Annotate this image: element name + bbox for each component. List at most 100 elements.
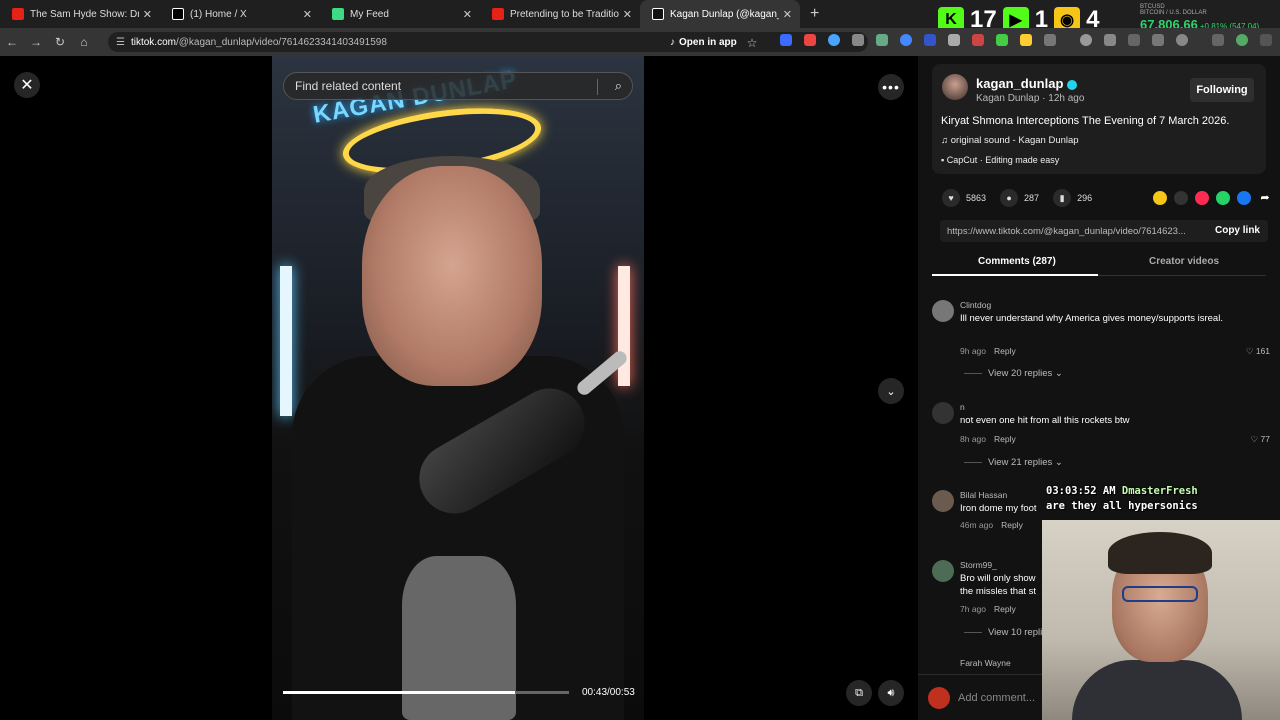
youtube-icon: [12, 8, 24, 20]
avatar[interactable]: [942, 74, 968, 100]
avatar[interactable]: [932, 300, 954, 322]
author-username[interactable]: kagan_dunlap: [976, 76, 1078, 91]
author-subline: Kagan Dunlap · 12h ago: [976, 93, 1085, 104]
more-options-icon[interactable]: •••: [878, 74, 904, 100]
open-in-app-button[interactable]: ♪ Open in app: [662, 32, 745, 52]
share-friend-icon[interactable]: [1153, 191, 1167, 205]
browser-tab-active[interactable]: Kagan Dunlap (@kagan_du ✕: [640, 0, 800, 28]
browser-tab[interactable]: (1) Home / X ✕: [160, 0, 320, 28]
devtools-icon[interactable]: [1128, 34, 1140, 46]
extension-icon[interactable]: [1104, 34, 1116, 46]
comment-item: Clintdog Ill never understand why Americ…: [932, 300, 1272, 380]
comment-username[interactable]: Farah Wayne: [960, 658, 1011, 668]
tab-title: Kagan Dunlap (@kagan_du: [670, 8, 779, 20]
extension-icon[interactable]: [972, 34, 984, 46]
comment-like[interactable]: ♡ 161: [1246, 346, 1270, 357]
extension-icon[interactable]: [900, 34, 912, 46]
close-tab-icon[interactable]: ✕: [623, 8, 632, 21]
extension-icon[interactable]: [1020, 34, 1032, 46]
sound-link[interactable]: ♫ original sound - Kagan Dunlap: [941, 135, 1079, 146]
reload-icon[interactable]: ↻: [48, 35, 72, 49]
extension-icon[interactable]: [1152, 34, 1164, 46]
reply-button[interactable]: Reply: [994, 346, 1016, 356]
comment-username[interactable]: n: [960, 402, 965, 412]
close-tab-icon[interactable]: ✕: [303, 8, 312, 21]
chat-message: are they all hypersonics: [1046, 500, 1198, 512]
site-info-icon[interactable]: ☰: [116, 37, 125, 48]
video-player[interactable]: KAGAN DUNLAP Find related content ⌕ 00:4…: [272, 56, 644, 720]
extension-icon[interactable]: [804, 34, 816, 46]
chat-timestamp: 03:03:52 AM: [1046, 485, 1116, 497]
history-icon[interactable]: [1080, 34, 1092, 46]
comment-meta: 9h ago Reply: [960, 346, 1016, 356]
share-link-box[interactable]: https://www.tiktok.com/@kagan_dunlap/vid…: [940, 220, 1268, 242]
youtube-icon: [492, 8, 504, 20]
close-icon[interactable]: ✕: [14, 72, 40, 98]
related-search-input[interactable]: Find related content ⌕: [283, 72, 633, 100]
profile-icon[interactable]: [1236, 34, 1248, 46]
following-button[interactable]: Following: [1190, 78, 1254, 102]
reply-button[interactable]: Reply: [1001, 520, 1023, 530]
reply-button[interactable]: Reply: [994, 604, 1016, 614]
comment-meta: 8h ago Reply: [960, 434, 1016, 444]
menu-icon[interactable]: [1260, 34, 1272, 46]
browser-tab[interactable]: Pretending to be Traditional for ✕: [480, 0, 640, 28]
avatar[interactable]: [932, 490, 954, 512]
facebook-icon[interactable]: [1237, 191, 1251, 205]
whatsapp-icon[interactable]: [1216, 191, 1230, 205]
extension-icon[interactable]: [852, 34, 864, 46]
avatar[interactable]: [932, 560, 954, 582]
background-light-left: [280, 266, 292, 416]
send-icon[interactable]: [1195, 191, 1209, 205]
download-icon[interactable]: [1212, 34, 1224, 46]
comment-username[interactable]: Bilal Hassan: [960, 490, 1007, 500]
chevron-down-icon[interactable]: ⌄: [878, 378, 904, 404]
x-icon: [172, 8, 184, 20]
volume-icon[interactable]: 🔊︎: [878, 680, 904, 706]
avatar[interactable]: [932, 402, 954, 424]
tab-creator-videos[interactable]: Creator videos: [1149, 256, 1219, 267]
comment-username[interactable]: Clintdog: [960, 300, 991, 310]
picture-in-picture-icon[interactable]: ⧉: [846, 680, 872, 706]
tab-title: The Sam Hyde Show: Dr. Seuss: [30, 8, 139, 20]
tab-title: (1) Home / X: [190, 8, 247, 20]
heart-icon[interactable]: ♥: [942, 189, 960, 207]
zoom-icon[interactable]: [1176, 34, 1188, 46]
extension-icon[interactable]: [828, 34, 840, 46]
tab-comments[interactable]: Comments (287): [978, 256, 1056, 267]
comment-icon[interactable]: ●: [1000, 189, 1019, 207]
new-tab-button[interactable]: +: [810, 5, 819, 23]
extension-icon[interactable]: [876, 34, 888, 46]
comment-like[interactable]: ♡ 77: [1251, 434, 1270, 445]
view-replies-button[interactable]: View 21 replies ⌄: [964, 457, 1063, 468]
view-replies-button[interactable]: View 10 repli: [964, 627, 1042, 638]
comment-count: 287: [1024, 193, 1040, 203]
back-icon[interactable]: ←: [0, 35, 24, 49]
browser-tab[interactable]: My Feed ✕: [320, 0, 480, 28]
video-progress-bar[interactable]: [283, 691, 569, 694]
close-tab-icon[interactable]: ✕: [783, 8, 792, 21]
share-arrow-icon[interactable]: ➦: [1258, 191, 1272, 205]
embed-icon[interactable]: [1174, 191, 1188, 205]
extension-icon[interactable]: [996, 34, 1008, 46]
home-icon[interactable]: ⌂: [72, 35, 96, 49]
bookmark-star-icon[interactable]: ☆: [740, 36, 764, 50]
browser-tab[interactable]: The Sam Hyde Show: Dr. Seuss ✕: [0, 0, 160, 28]
tiktok-icon: [652, 8, 664, 20]
extension-icon[interactable]: [924, 34, 936, 46]
active-tab-indicator: [932, 274, 1098, 276]
reply-button[interactable]: Reply: [994, 434, 1016, 444]
capcut-link[interactable]: ▪ CapCut · Editing made easy: [941, 155, 1059, 165]
view-replies-button[interactable]: View 20 replies ⌄: [964, 368, 1063, 379]
close-tab-icon[interactable]: ✕: [143, 8, 152, 21]
extension-icon[interactable]: [780, 34, 792, 46]
comment-username[interactable]: Storm99_: [960, 560, 997, 570]
extensions-puzzle-icon[interactable]: [1044, 34, 1056, 46]
view-replies-label: View 20 replies: [988, 368, 1053, 379]
close-tab-icon[interactable]: ✕: [463, 8, 472, 21]
extension-icon[interactable]: [948, 34, 960, 46]
forward-icon[interactable]: →: [24, 35, 48, 49]
bookmark-icon[interactable]: ▮: [1053, 189, 1072, 207]
copy-link-button[interactable]: Copy link: [1215, 225, 1260, 236]
search-icon[interactable]: ⌕: [615, 78, 622, 94]
